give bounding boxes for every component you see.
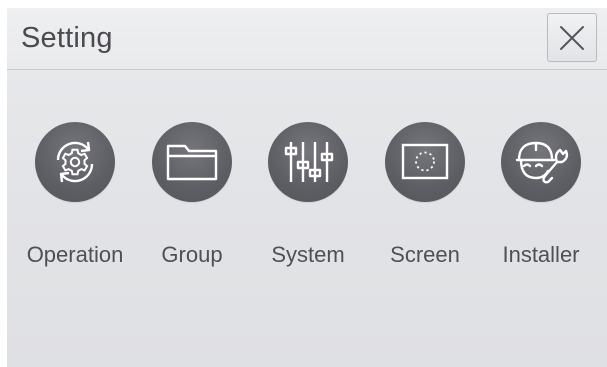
title-bar: Setting (7, 8, 607, 70)
screen-icon-circle (385, 122, 465, 202)
menu-label-system: System (271, 242, 345, 267)
group-icon-circle (152, 122, 232, 202)
menu-label-screen: Screen (390, 242, 460, 267)
screen-icon (401, 143, 449, 180)
page-title: Setting (21, 22, 113, 54)
installer-icon-circle (501, 122, 581, 202)
menu-item-operation[interactable]: Operation (17, 122, 133, 272)
menu-label-group: Group (161, 242, 223, 267)
menu-label-operation: Operation (26, 242, 124, 267)
sliders-icon (284, 142, 334, 182)
folder-icon (166, 144, 218, 181)
operation-icon-circle (35, 122, 115, 202)
menu-item-group[interactable]: Group (134, 122, 250, 272)
menu-item-screen[interactable]: Screen (367, 122, 483, 272)
menu-item-installer[interactable]: Installer (483, 122, 599, 272)
installer-wrench-icon (515, 141, 569, 184)
settings-panel: Setting Operation Group System Screen In… (7, 8, 607, 367)
menu-item-system[interactable]: System (250, 122, 366, 272)
gear-cycle-icon (56, 141, 94, 183)
system-icon-circle (268, 122, 348, 202)
close-button[interactable] (547, 13, 597, 62)
close-icon (560, 25, 584, 50)
menu-label-installer: Installer (502, 242, 580, 267)
